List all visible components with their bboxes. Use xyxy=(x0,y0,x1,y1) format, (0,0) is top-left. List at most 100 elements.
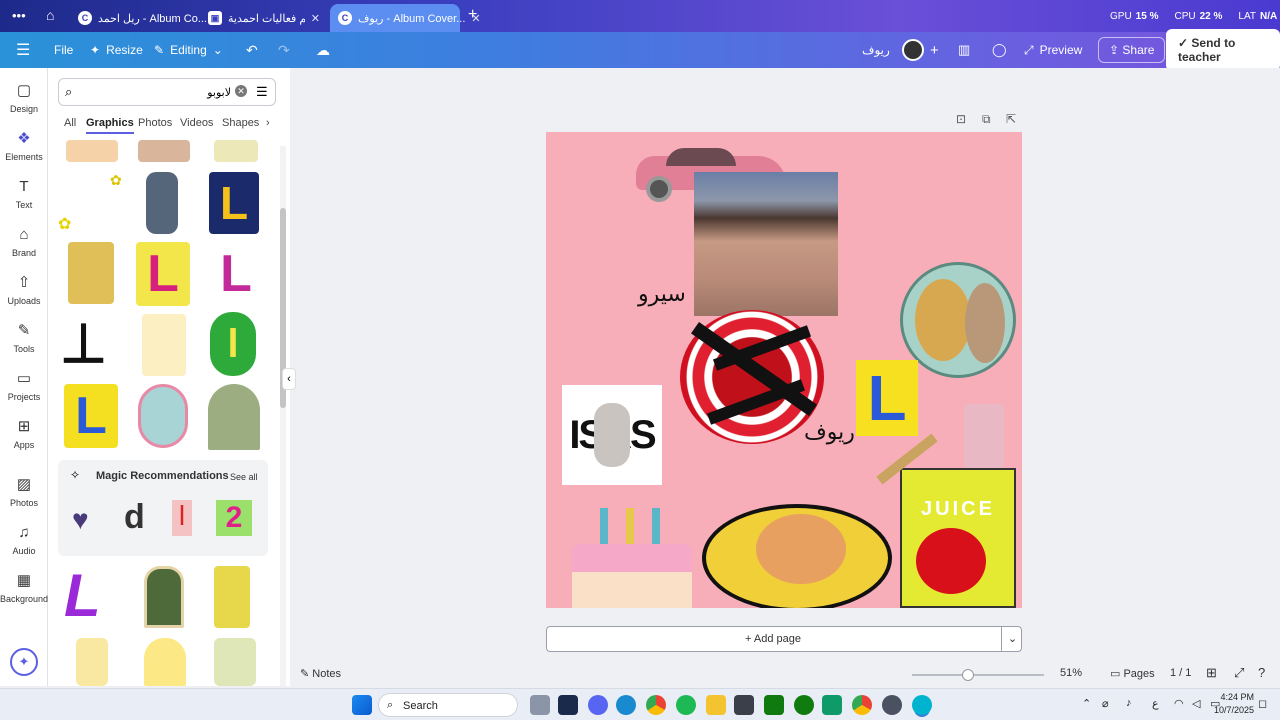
tab-2[interactable]: ▣ حياكم فعاليات احمدية ... ✕ xyxy=(200,4,328,32)
discord-icon[interactable] xyxy=(588,695,608,715)
graphic-item[interactable] xyxy=(144,638,186,686)
tab-graphics[interactable]: Graphics xyxy=(86,117,134,134)
tab-3[interactable]: C ريوف - Album Cover... ✕ xyxy=(330,4,481,32)
chevron-down-icon[interactable]: ⌄ xyxy=(1001,627,1023,651)
letter-d-graphic[interactable]: d xyxy=(124,498,145,537)
letter-l-graphic[interactable]: L xyxy=(64,384,118,448)
chevron-right-icon[interactable]: › xyxy=(266,117,270,129)
graphic-item[interactable] xyxy=(214,140,258,162)
chrome-icon[interactable] xyxy=(852,695,872,715)
chrome-icon[interactable] xyxy=(646,695,666,715)
zoom-slider-handle[interactable] xyxy=(962,669,974,681)
tab-shapes[interactable]: Shapes xyxy=(222,117,259,129)
network-off-icon[interactable]: ⌀ xyxy=(1102,697,1109,710)
see-all-link[interactable]: See all xyxy=(230,472,258,482)
rail-apps[interactable]: ⊞ Apps xyxy=(0,418,48,450)
cloud-save-icon[interactable]: ☁ xyxy=(316,32,330,68)
new-tab-icon[interactable]: + xyxy=(468,6,477,24)
search-input[interactable] xyxy=(85,83,231,101)
tab-1[interactable]: C ريل احمد - Album Co... ✕ xyxy=(70,4,222,32)
letter-l-graphic[interactable]: l xyxy=(172,500,192,536)
design-title[interactable]: ريوف xyxy=(862,32,890,68)
canvas-text-riyouf[interactable]: ريوف xyxy=(804,420,855,445)
rail-audio[interactable]: ♫ Audio xyxy=(0,524,48,556)
chicken-rice-graphic[interactable] xyxy=(702,504,892,608)
undo-button[interactable]: ↶ xyxy=(246,32,258,68)
fullscreen-icon[interactable]: ⤢ xyxy=(1234,665,1244,681)
letter-l-graphic[interactable]: l xyxy=(210,312,256,376)
rail-background[interactable]: ▦ Background xyxy=(0,572,48,604)
clear-icon[interactable]: ✕ xyxy=(235,85,247,97)
home-icon[interactable]: ⌂ xyxy=(46,7,54,23)
notification-icon[interactable]: ◻ xyxy=(1258,697,1267,710)
nvidia-icon[interactable] xyxy=(764,695,784,715)
tab-videos[interactable]: Videos xyxy=(180,117,213,129)
flower-icon[interactable]: ✿ xyxy=(58,214,71,234)
spotify-icon[interactable] xyxy=(676,695,696,715)
graphic-item[interactable] xyxy=(76,638,108,686)
graphic-item[interactable]: ⊥ xyxy=(60,312,124,376)
comment-icon[interactable]: ◯ xyxy=(992,32,1007,68)
chevron-up-icon[interactable]: ⌃ xyxy=(1082,697,1091,710)
redo-button[interactable]: ↷ xyxy=(278,32,290,68)
help-icon[interactable]: ? xyxy=(1258,665,1265,680)
add-page-icon[interactable]: ⇱ xyxy=(1006,112,1016,126)
share-button[interactable]: ⇪ Share xyxy=(1098,32,1166,68)
notes-button[interactable]: ✎ Notes xyxy=(300,667,341,680)
tab-all[interactable]: All xyxy=(64,117,76,129)
file-menu[interactable]: File xyxy=(54,32,73,68)
letter-l-character-graphic[interactable]: L xyxy=(214,242,258,306)
xbox-icon[interactable] xyxy=(794,695,814,715)
add-collaborator-icon[interactable]: + xyxy=(930,32,939,68)
graphic-item[interactable] xyxy=(66,140,118,162)
settings-icon[interactable] xyxy=(882,695,902,715)
zoom-level[interactable]: 51% xyxy=(1060,667,1082,679)
camera-app-icon[interactable] xyxy=(530,695,550,715)
graphic-item[interactable] xyxy=(138,140,190,162)
close-icon[interactable]: ✕ xyxy=(311,12,320,25)
clock-time[interactable]: 4:24 PM xyxy=(1214,692,1254,702)
flower-icon[interactable]: ✿ xyxy=(110,172,122,189)
duplicate-icon[interactable]: ⧉ xyxy=(982,112,991,127)
number-2-graphic[interactable]: 2 xyxy=(216,500,252,536)
pages-button[interactable]: ▭ Pages xyxy=(1110,667,1155,680)
design-canvas[interactable]: سيرو L ISAS ريوف JUICE xyxy=(546,132,1022,608)
collapse-panel-button[interactable]: ‹ xyxy=(282,368,296,390)
rail-text[interactable]: T Text xyxy=(0,178,48,210)
graphic-item[interactable] xyxy=(146,172,178,234)
store-icon[interactable] xyxy=(734,695,754,715)
graphic-item[interactable] xyxy=(214,566,250,628)
drink-cup-graphic[interactable] xyxy=(964,404,1004,474)
insights-icon[interactable]: ▥ xyxy=(958,32,970,68)
libra-badge-graphic[interactable] xyxy=(138,384,188,448)
rail-design[interactable]: ▢ Design xyxy=(0,82,48,114)
portrait-photo[interactable] xyxy=(694,172,838,316)
grid-view-icon[interactable]: ⊞ xyxy=(1206,665,1217,681)
rail-projects[interactable]: ▭ Projects xyxy=(0,370,48,402)
more-icon[interactable]: ••• xyxy=(12,8,26,23)
avatar[interactable] xyxy=(902,32,924,68)
resize-button[interactable]: ✦ Resize xyxy=(90,32,143,68)
graphic-item[interactable] xyxy=(214,638,256,686)
clock-date[interactable]: 10/7/2025 xyxy=(1200,705,1254,715)
graphic-item[interactable] xyxy=(144,566,184,628)
rail-photos[interactable]: ▨ Photos xyxy=(0,476,48,508)
file-explorer-icon[interactable] xyxy=(706,695,726,715)
send-to-teacher-button[interactable]: ✓ Send to teacher xyxy=(1166,29,1280,71)
microphone-icon[interactable]: ♪ xyxy=(1126,697,1132,709)
rail-tools[interactable]: ✎ Tools xyxy=(0,322,48,354)
taskbar-search[interactable]: ⌕ Search xyxy=(378,693,518,717)
graphic-item[interactable] xyxy=(208,384,260,450)
rail-uploads[interactable]: ⇧ Uploads xyxy=(0,274,48,306)
filter-icon[interactable]: ☰ xyxy=(256,84,268,100)
rail-brand[interactable]: ⌂ Brand xyxy=(0,226,48,258)
steam-icon[interactable] xyxy=(558,695,578,715)
letter-l-graphic[interactable]: L xyxy=(856,360,918,436)
windows-start-icon[interactable] xyxy=(352,695,372,715)
birthday-cake-graphic[interactable] xyxy=(570,508,694,608)
graphic-item[interactable] xyxy=(68,242,114,304)
zoom-slider[interactable] xyxy=(912,674,1044,676)
editing-mode-button[interactable]: ✎ Editing ⌄ xyxy=(154,32,223,68)
graphic-item[interactable] xyxy=(142,314,186,376)
preview-button[interactable]: ⤢ Preview xyxy=(1024,32,1082,68)
